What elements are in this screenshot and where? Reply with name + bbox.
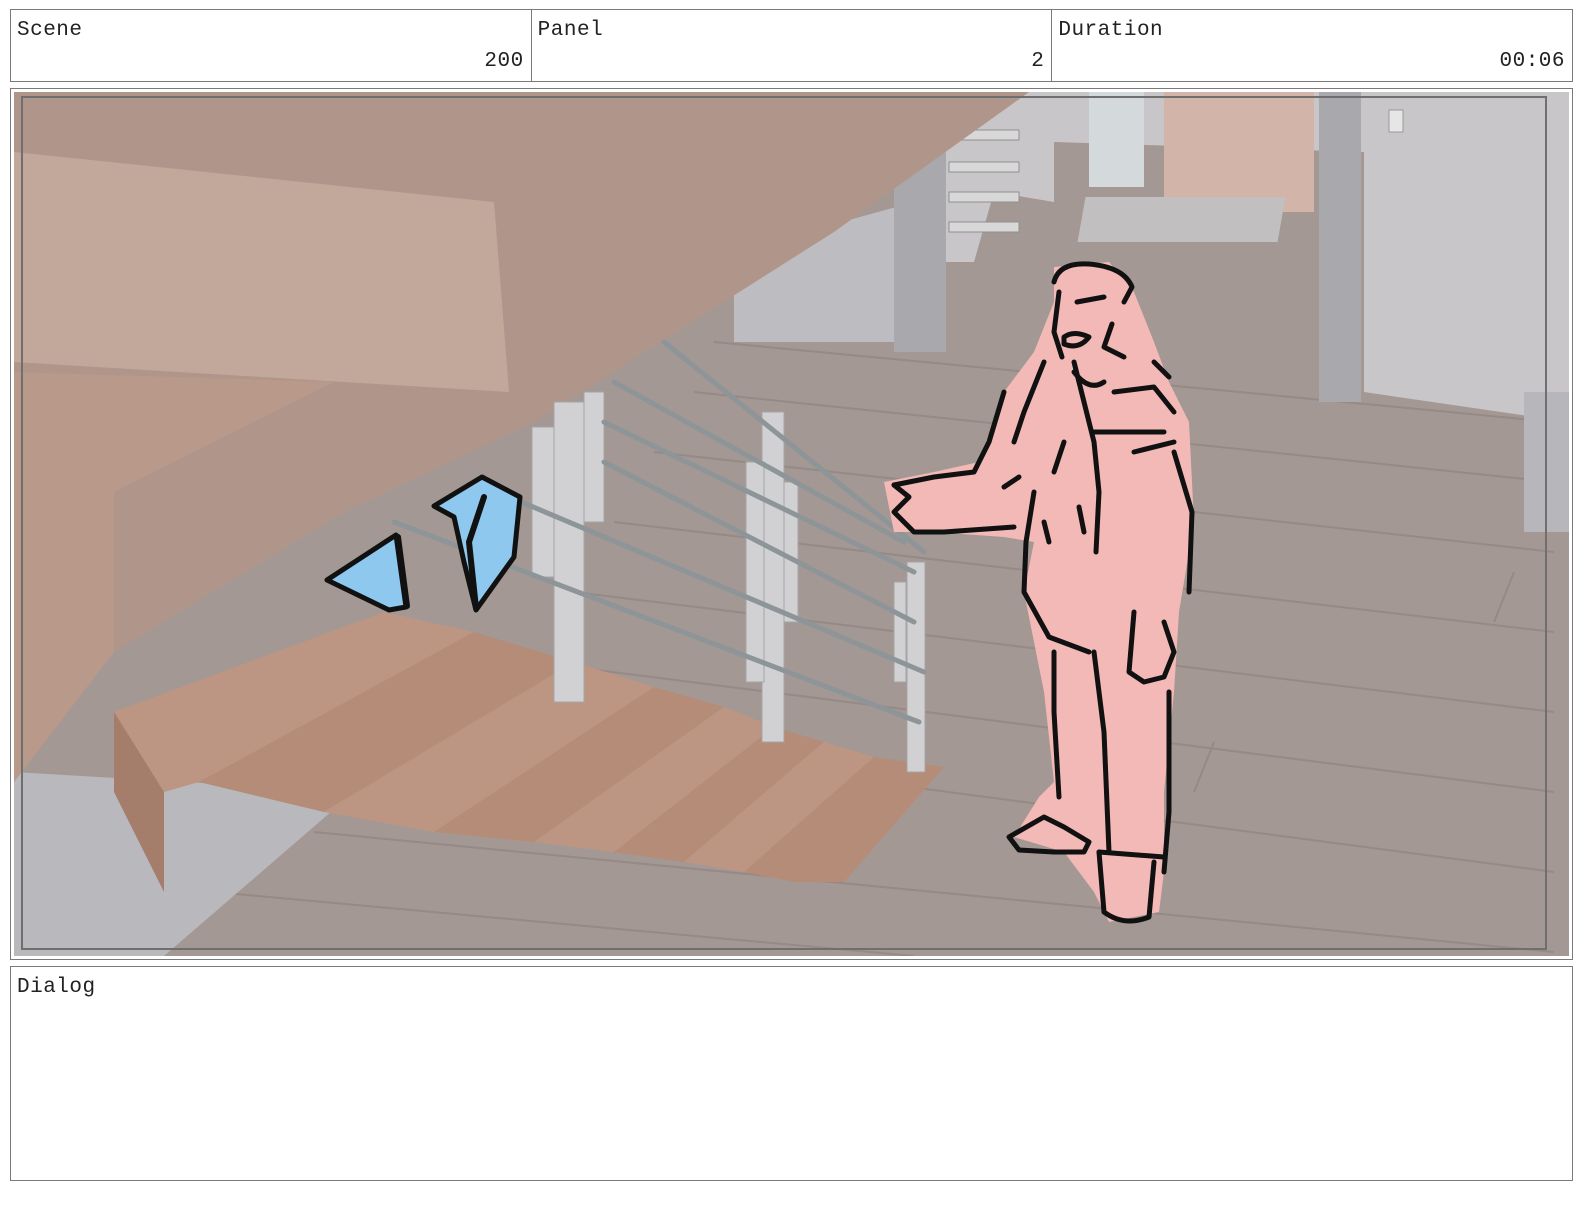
scene-cell: Scene 200 <box>11 10 532 81</box>
duration-label: Duration <box>1058 19 1164 42</box>
panel-label: Panel <box>537 19 604 42</box>
duration-value[interactable]: 00:06 <box>1500 50 1566 73</box>
dialog-box[interactable]: Dialog <box>10 966 1573 1181</box>
wall-switch <box>1388 109 1404 133</box>
scene-number[interactable]: 200 <box>484 50 523 73</box>
panel-drawing <box>14 92 1569 956</box>
back-pillar <box>1319 92 1361 402</box>
doorway <box>1089 92 1144 187</box>
scene-label: Scene <box>17 19 83 42</box>
dialog-label: Dialog <box>17 976 96 999</box>
door-mat <box>1077 197 1286 242</box>
panel-number[interactable]: 2 <box>1031 50 1044 73</box>
duration-cell: Duration 00:06 <box>1052 10 1572 81</box>
door <box>1164 92 1314 212</box>
panel-cell: Panel 2 <box>532 10 1053 81</box>
storyboard-panel[interactable] <box>10 88 1573 960</box>
storyboard-header: Scene 200 Panel 2 Duration 00:06 <box>10 9 1573 82</box>
